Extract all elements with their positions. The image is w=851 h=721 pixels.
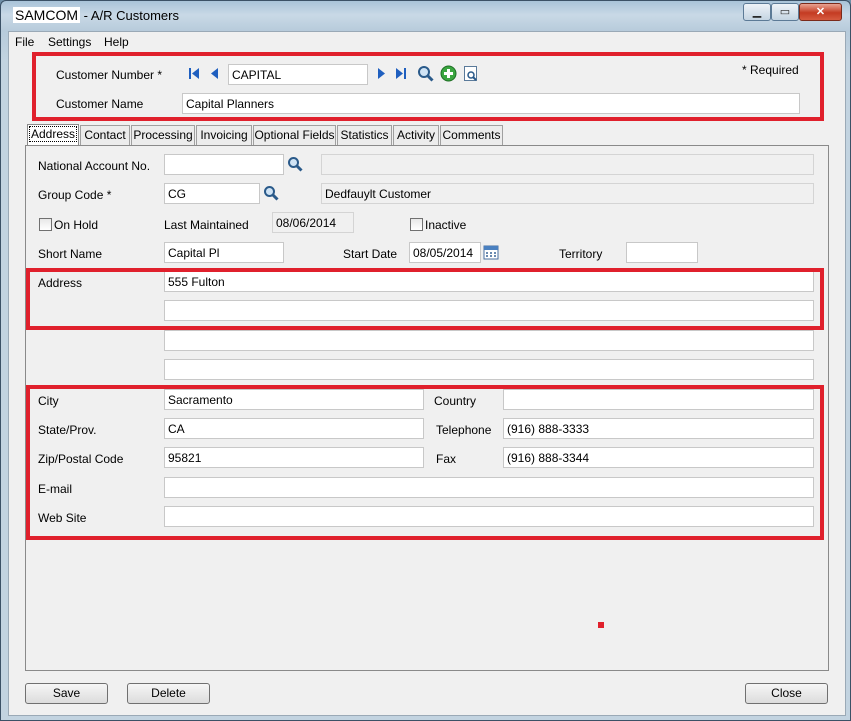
group-code-input[interactable]: CG <box>164 183 260 204</box>
group-code-search-icon[interactable] <box>263 185 279 201</box>
tab-processing[interactable]: Processing <box>131 125 195 145</box>
highlight-box-contact-info <box>26 385 824 540</box>
window-title: SAMCOM - A/R Customers <box>13 7 179 23</box>
national-account-label: National Account No. <box>38 159 151 173</box>
tab-contact[interactable]: Contact <box>80 125 130 145</box>
start-date-label: Start Date <box>343 247 398 261</box>
window-title-text: - A/R Customers <box>80 8 179 23</box>
on-hold-label: On Hold <box>54 218 99 232</box>
tab-statistics[interactable]: Statistics <box>337 125 392 145</box>
highlight-box-address <box>26 268 824 330</box>
delete-button[interactable]: Delete <box>127 683 210 704</box>
menu-bar: File Settings Help <box>9 32 845 52</box>
menu-file[interactable]: File <box>15 35 34 49</box>
tab-address[interactable]: Address <box>27 124 79 146</box>
start-date-input[interactable]: 08/05/2014 <box>409 242 481 263</box>
tab-address-label: Address <box>28 126 78 142</box>
tab-optional-fields[interactable]: Optional Fields <box>253 125 336 145</box>
inactive-checkbox[interactable] <box>410 218 423 231</box>
menu-help[interactable]: Help <box>104 35 129 49</box>
minimize-button[interactable]: ▁ <box>743 3 771 21</box>
tab-activity[interactable]: Activity <box>393 125 439 145</box>
tab-comments[interactable]: Comments <box>440 125 503 145</box>
close-button[interactable]: Close <box>745 683 828 704</box>
window-frame: SAMCOM - A/R Customers ▁ ▭ ✕ File Settin… <box>0 0 851 721</box>
inactive-label: Inactive <box>425 218 467 232</box>
territory-input[interactable] <box>626 242 698 263</box>
red-marker-dot <box>598 622 604 628</box>
national-account-input[interactable] <box>164 154 284 175</box>
short-name-input[interactable]: Capital Pl <box>164 242 284 263</box>
short-name-label: Short Name <box>38 247 103 261</box>
group-code-description: Dedfauylt Customer <box>321 183 814 204</box>
on-hold-checkbox[interactable] <box>39 218 52 231</box>
tab-invoicing[interactable]: Invoicing <box>196 125 252 145</box>
national-account-search-icon[interactable] <box>287 156 303 172</box>
last-maintained-label: Last Maintained <box>164 218 249 232</box>
calendar-icon[interactable] <box>483 244 499 260</box>
group-code-label: Group Code * <box>38 188 112 202</box>
save-button[interactable]: Save <box>25 683 108 704</box>
territory-label: Territory <box>559 247 603 261</box>
address-line-4-input[interactable] <box>164 359 814 380</box>
national-account-description <box>321 154 814 175</box>
close-window-button[interactable]: ✕ <box>799 3 842 21</box>
highlight-box-header <box>32 52 824 121</box>
app-name: SAMCOM <box>13 7 80 23</box>
last-maintained-value: 08/06/2014 <box>272 212 354 233</box>
client-area: File Settings Help Customer Number * CAP… <box>8 31 846 716</box>
menu-settings[interactable]: Settings <box>48 35 91 49</box>
maximize-button[interactable]: ▭ <box>771 3 799 21</box>
address-line-3-input[interactable] <box>164 330 814 351</box>
title-bar: SAMCOM - A/R Customers ▁ ▭ ✕ <box>1 1 850 31</box>
